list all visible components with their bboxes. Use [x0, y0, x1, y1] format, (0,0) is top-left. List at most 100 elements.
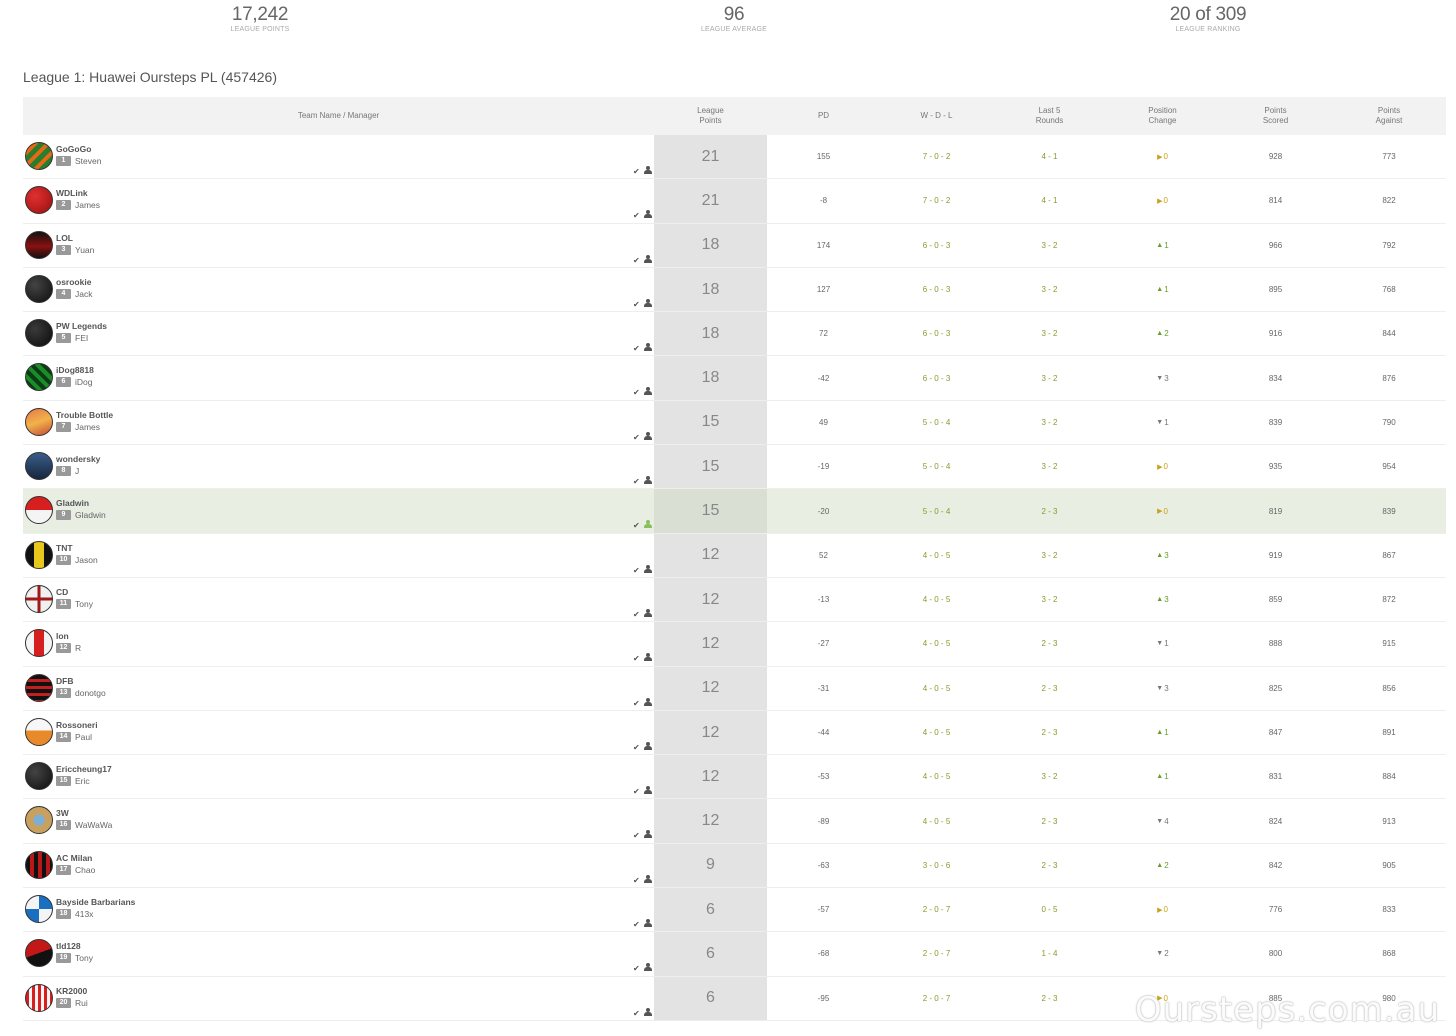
table-row[interactable]: TNT 10 Jason ✔ 12 52 4 - 0 - 5 3 - 2 ▲ 3 …	[23, 533, 1446, 578]
last5-cell: 3 - 2	[1041, 550, 1058, 560]
table-row[interactable]: PW Legends 5 FEI ✔ 18 72 6 - 0 - 3 3 - 2…	[23, 312, 1446, 357]
col-header-pd[interactable]: PD	[767, 97, 880, 135]
person-icon[interactable]	[644, 210, 652, 219]
arrow-down-icon: ▼	[1156, 817, 1164, 825]
person-icon[interactable]	[644, 520, 652, 529]
person-icon[interactable]	[644, 741, 652, 751]
wdl-cell: 5 - 0 - 4	[922, 506, 951, 516]
team-name[interactable]: LOL	[56, 233, 73, 243]
col-header-team[interactable]: Team Name / Manager	[23, 97, 654, 135]
position-change-cell: ▼ 2	[1156, 949, 1169, 959]
table-row[interactable]: Ericcheung17 15 Eric ✔ 12 -53 4 - 0 - 5 …	[23, 755, 1446, 800]
league-points-cell: 18	[654, 267, 767, 312]
pd-cell: -27	[817, 639, 830, 649]
person-icon[interactable]	[644, 608, 652, 618]
person-icon[interactable]	[644, 653, 652, 662]
league-points-cell: 12	[654, 533, 767, 577]
person-icon[interactable]	[644, 431, 652, 441]
person-icon[interactable]	[644, 254, 652, 264]
last5-cell: 2 - 3	[1041, 993, 1058, 1003]
table-row[interactable]: Bayside Barbarians 18 413x ✔ 6 -57 2 - 0…	[23, 888, 1446, 933]
person-icon[interactable]	[644, 874, 652, 884]
points-against-cell: 915	[1382, 639, 1396, 649]
team-name[interactable]: osrookie	[56, 277, 91, 287]
col-header-wdl[interactable]: W - D - L	[880, 97, 993, 135]
table-row[interactable]: 3W 16 WaWaWa ✔ 12 -89 4 - 0 - 5 2 - 3 ▼ 4…	[23, 799, 1446, 844]
team-badge-icon	[25, 673, 53, 702]
person-icon[interactable]	[644, 697, 652, 707]
table-row[interactable]: Gladwin 9 Gladwin ✔ 15 -20 5 - 0 - 4 2 -…	[23, 489, 1446, 534]
checkmark-icon: ✔	[633, 654, 640, 664]
person-icon[interactable]	[644, 298, 652, 308]
arrow-right-icon: ▶	[1157, 197, 1163, 205]
pd-cell: -44	[817, 728, 830, 737]
manager-name: J	[75, 466, 80, 477]
team-name[interactable]: KR2000	[56, 986, 87, 996]
team-name[interactable]: Rossoneri	[56, 720, 98, 730]
team-name[interactable]: iDog8818	[56, 365, 94, 375]
team-name[interactable]: DFB	[56, 676, 73, 686]
person-icon[interactable]	[644, 919, 652, 928]
team-name[interactable]: 3W	[56, 808, 69, 818]
col-header-position-change[interactable]: Position Change	[1106, 97, 1219, 135]
pd-cell: -68	[817, 949, 830, 959]
table-row[interactable]: lon 12 R ✔ 12 -27 4 - 0 - 5 2 - 3 ▼ 1 888…	[23, 622, 1446, 667]
position-change-cell: ▲ 2	[1156, 329, 1169, 339]
person-icon[interactable]	[644, 830, 652, 839]
table-row[interactable]: GoGoGo 1 Steven ✔ 21 155 7 - 0 - 2 4 - 1…	[23, 135, 1446, 180]
arrow-up-icon: ▲	[1156, 773, 1164, 781]
person-icon[interactable]	[644, 476, 652, 485]
col-header-points-against[interactable]: Points Against	[1332, 97, 1446, 135]
table-row[interactable]: Rossoneri 14 Paul ✔ 12 -44 4 - 0 - 5 2 -…	[23, 710, 1446, 756]
team-name[interactable]: Bayside Barbarians	[56, 897, 135, 907]
person-icon[interactable]	[644, 343, 652, 352]
person-icon[interactable]	[644, 786, 652, 795]
person-icon[interactable]	[644, 963, 652, 972]
league-title: League 1: Huawei Oursteps PL (457426)	[23, 69, 277, 85]
table-row[interactable]: LOL 3 Yuan ✔ 18 174 6 - 0 - 3 3 - 2 ▲ 1 9…	[23, 223, 1446, 268]
wdl-cell: 3 - 0 - 6	[922, 860, 951, 870]
table-row[interactable]: DFB 13 donotgo ✔ 12 -31 4 - 0 - 5 2 - 3 …	[23, 666, 1446, 711]
person-icon[interactable]	[644, 387, 652, 396]
team-name[interactable]: Gladwin	[56, 498, 89, 508]
position-change-cell: ▶ 0	[1157, 905, 1168, 915]
table-row[interactable]: tld128 19 Tony ✔ 6 -68 2 - 0 - 7 1 - 4 ▼…	[23, 932, 1446, 977]
rank-badge: 4	[56, 288, 71, 299]
checkmark-icon: ✔	[633, 432, 640, 442]
team-name[interactable]: Trouble Bottle	[56, 410, 113, 420]
wdl-cell: 2 - 0 - 7	[922, 905, 951, 915]
points-scored-cell: 800	[1268, 949, 1283, 959]
league-points-label: LEAGUE POINTS	[230, 26, 290, 33]
league-average-value: 96	[723, 4, 745, 25]
table-row[interactable]: iDog8818 6 iDog ✔ 18 -42 6 - 0 - 3 3 - 2…	[23, 356, 1446, 401]
team-name[interactable]: lon	[56, 631, 69, 641]
table-row[interactable]: WDLink 2 James ✔ 21 -8 7 - 0 - 2 4 - 1 ▶…	[23, 179, 1446, 224]
team-name[interactable]: tld128	[56, 941, 81, 951]
person-icon[interactable]	[644, 1007, 652, 1017]
team-name[interactable]: CD	[56, 587, 68, 597]
manager: 12 R	[56, 643, 81, 654]
table-row[interactable]: CD 11 Tony ✔ 12 -13 4 - 0 - 5 3 - 2 ▲ 3 8…	[23, 577, 1446, 623]
table-row[interactable]: AC Milan 17 Chao ✔ 9 -63 3 - 0 - 6 2 - 3…	[23, 843, 1446, 889]
team-badge-icon	[25, 142, 53, 170]
table-row[interactable]: Trouble Bottle 7 James ✔ 15 49 5 - 0 - 4…	[23, 400, 1446, 446]
col-header-last5[interactable]: Last 5 Rounds	[993, 97, 1106, 135]
person-icon[interactable]	[644, 564, 652, 574]
person-icon[interactable]	[644, 166, 652, 175]
team-name[interactable]: PW Legends	[56, 321, 107, 331]
team-name[interactable]: AC Milan	[56, 853, 92, 863]
last5-cell: 1 - 4	[1041, 949, 1058, 959]
team-name[interactable]: GoGoGo	[56, 144, 91, 154]
position-change-cell: ▶ 0	[1157, 196, 1168, 206]
col-header-league-points[interactable]: League Points	[654, 97, 767, 135]
position-change-cell: ▶ 0	[1157, 152, 1168, 162]
team-name[interactable]: wondersky	[56, 454, 100, 464]
checkmark-icon: ✔	[633, 344, 640, 354]
team-name[interactable]: WDLink	[56, 188, 88, 198]
col-header-points-scored[interactable]: Points Scored	[1219, 97, 1332, 135]
team-name[interactable]: TNT	[56, 543, 73, 553]
team-name[interactable]: Ericcheung17	[56, 764, 112, 774]
table-row[interactable]: osrookie 4 Jack ✔ 18 127 6 - 0 - 3 3 - 2…	[23, 267, 1446, 313]
table-row[interactable]: wondersky 8 J ✔ 15 -19 5 - 0 - 4 3 - 2 ▶…	[23, 445, 1446, 490]
pd-cell: 155	[816, 152, 831, 162]
